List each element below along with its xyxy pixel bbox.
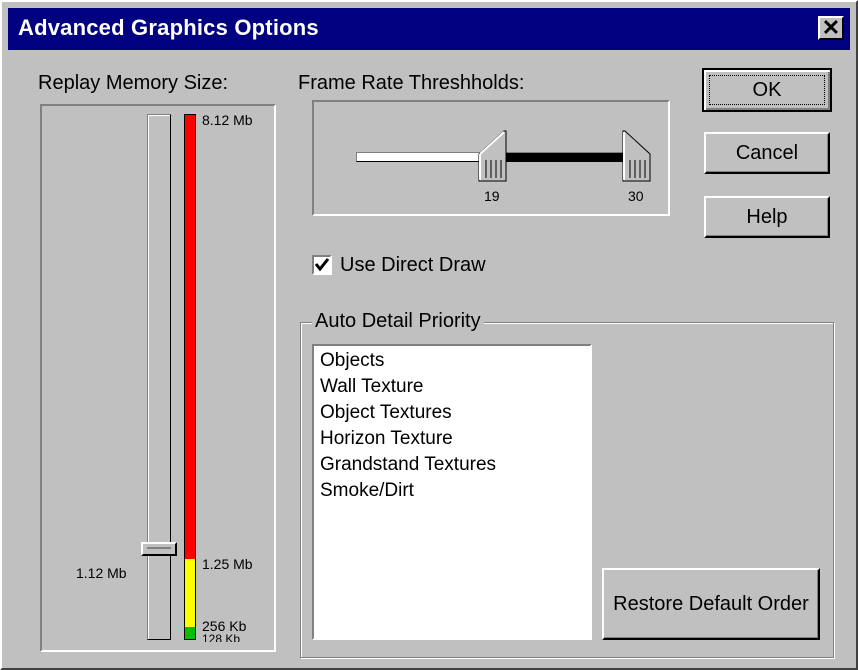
replay-memory-slider-track[interactable] bbox=[147, 114, 171, 640]
ok-button[interactable]: OK bbox=[702, 68, 832, 112]
frame-rate-label: Frame Rate Threshholds: bbox=[298, 72, 525, 94]
memory-color-bar bbox=[184, 114, 196, 640]
frame-rate-low-thumb[interactable] bbox=[478, 130, 508, 182]
auto-detail-label: Auto Detail Priority bbox=[312, 310, 484, 333]
max-memory-label: 8.12 Mb bbox=[202, 112, 253, 128]
close-icon: ✕ bbox=[821, 15, 841, 40]
help-button-label: Help bbox=[746, 206, 788, 228]
frame-rate-high-value: 30 bbox=[628, 188, 644, 204]
list-item[interactable]: Wall Texture bbox=[314, 374, 590, 400]
checkmark-icon bbox=[314, 258, 330, 272]
auto-detail-listbox[interactable]: Objects Wall Texture Object Textures Hor… bbox=[312, 344, 592, 640]
frame-rate-range-fill bbox=[506, 153, 624, 161]
dialog-window: Advanced Graphics Options ✕ Replay Memor… bbox=[0, 0, 858, 670]
memory-bar-high-segment bbox=[185, 115, 195, 559]
frame-rate-high-thumb[interactable] bbox=[622, 130, 652, 182]
min-memory-clipped-label: 128 Kb bbox=[202, 632, 241, 642]
list-item[interactable]: Horizon Texture bbox=[314, 426, 590, 452]
help-button[interactable]: Help bbox=[704, 196, 830, 238]
replay-memory-panel: 1.12 Mb 8.12 Mb 1.25 Mb 256 Kb 128 Kb bbox=[40, 104, 276, 652]
list-item[interactable]: Grandstand Textures bbox=[314, 452, 590, 478]
restore-default-order-button[interactable]: Restore Default Order bbox=[602, 568, 820, 640]
current-memory-value: 1.12 Mb bbox=[76, 565, 127, 581]
restore-default-order-label: Restore Default Order bbox=[613, 593, 809, 615]
frame-rate-low-value: 19 bbox=[484, 188, 500, 204]
replay-memory-slider-thumb[interactable] bbox=[141, 542, 177, 557]
list-item[interactable]: Smoke/Dirt bbox=[314, 478, 590, 504]
direct-draw-label: Use Direct Draw bbox=[340, 254, 486, 276]
list-item[interactable]: Objects bbox=[314, 348, 590, 374]
threshold-memory-label: 1.25 Mb bbox=[202, 556, 253, 572]
min-memory-labels: 256 Kb 128 Kb bbox=[202, 618, 262, 642]
memory-bar-low-segment bbox=[185, 627, 195, 639]
frame-rate-panel: 19 30 bbox=[312, 100, 670, 216]
list-item[interactable]: Object Textures bbox=[314, 400, 590, 426]
direct-draw-checkbox-row[interactable]: Use Direct Draw bbox=[312, 252, 532, 280]
cancel-button[interactable]: Cancel bbox=[704, 132, 830, 174]
window-title: Advanced Graphics Options bbox=[18, 15, 319, 40]
cancel-button-label: Cancel bbox=[735, 142, 799, 164]
close-button[interactable]: ✕ bbox=[818, 16, 844, 40]
memory-bar-mid-segment bbox=[185, 559, 195, 627]
replay-memory-label: Replay Memory Size: bbox=[38, 72, 229, 94]
title-bar[interactable]: Advanced Graphics Options ✕ bbox=[8, 8, 850, 50]
direct-draw-checkbox[interactable] bbox=[312, 255, 332, 275]
